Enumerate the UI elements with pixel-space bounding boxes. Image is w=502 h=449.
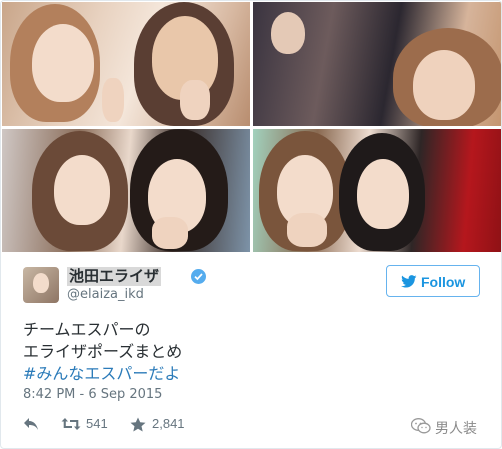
like-count: 2,841 bbox=[152, 416, 185, 431]
reply-icon bbox=[24, 418, 38, 430]
hand-shape bbox=[180, 80, 210, 120]
face-shape bbox=[32, 24, 94, 102]
photo-2[interactable] bbox=[253, 2, 501, 126]
photo-3[interactable] bbox=[2, 129, 250, 252]
reply-button[interactable] bbox=[23, 415, 43, 433]
wechat-icon bbox=[410, 418, 431, 438]
tweet-text-line: エライザポーズまとめ bbox=[23, 342, 183, 361]
tweet-card: 池田エライザ @elaiza_ikd Follow チームエスパーの エライザポ… bbox=[0, 0, 502, 449]
like-button[interactable]: 2,841 bbox=[130, 415, 200, 433]
hand-shape bbox=[102, 78, 124, 122]
hand-shape bbox=[287, 213, 327, 247]
retweet-icon bbox=[61, 418, 81, 430]
twitter-bird-icon bbox=[401, 275, 417, 291]
hashtag-link[interactable]: #みんなエスパーだよ bbox=[23, 363, 463, 385]
retweet-count: 541 bbox=[86, 416, 108, 431]
photo-4[interactable] bbox=[253, 129, 501, 252]
follow-label: Follow bbox=[421, 274, 466, 290]
face-shape bbox=[54, 155, 110, 225]
display-name[interactable]: 池田エライザ bbox=[67, 267, 162, 286]
star-icon bbox=[130, 417, 146, 432]
user-handle[interactable]: @elaiza_ikd bbox=[67, 287, 144, 302]
follow-button[interactable]: Follow bbox=[386, 265, 480, 297]
photo-grid bbox=[2, 2, 501, 252]
verified-badge-icon bbox=[191, 269, 206, 284]
photo-1[interactable] bbox=[2, 2, 250, 126]
hand-shape bbox=[152, 217, 188, 249]
watermark: 男人装 bbox=[410, 416, 491, 438]
watermark-text: 男人装 bbox=[435, 421, 477, 437]
tweet-timestamp[interactable]: 8:42 PM - 6 Sep 2015 bbox=[23, 387, 162, 402]
tweet-actions: 541 2,841 bbox=[23, 415, 323, 433]
tweet-text-line: チームエスパーの bbox=[23, 320, 151, 339]
face-shape bbox=[357, 159, 409, 229]
face-shape bbox=[33, 273, 49, 293]
avatar[interactable] bbox=[23, 267, 59, 303]
face-shape bbox=[413, 50, 475, 120]
retweet-button[interactable]: 541 bbox=[61, 415, 121, 433]
face-shape bbox=[271, 12, 305, 54]
tweet-text: チームエスパーの エライザポーズまとめ #みんなエスパーだよ bbox=[23, 319, 463, 385]
